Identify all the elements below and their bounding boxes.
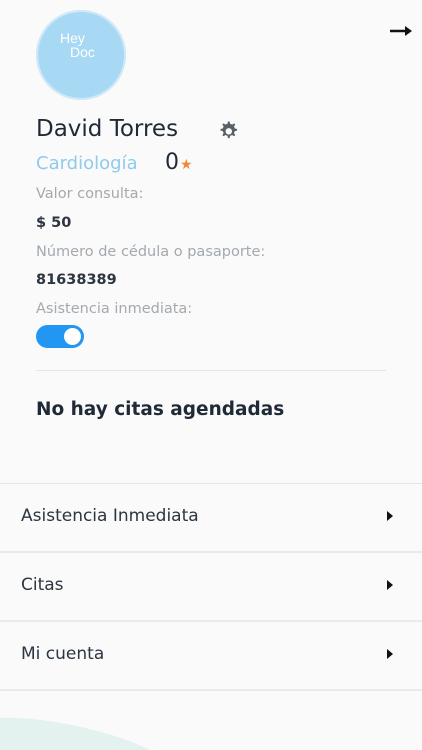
heydoc-logo: Hey Doc: [60, 30, 95, 60]
fee-label: Valor consulta:: [36, 186, 144, 202]
menu-item-label: Citas: [21, 575, 64, 595]
id-label: Número de cédula o pasaporte:: [36, 244, 266, 260]
doctor-name: David Torres: [36, 116, 179, 142]
avatar: Hey Doc: [36, 10, 126, 100]
exit-button[interactable]: [386, 18, 416, 44]
caret-right-icon: [387, 511, 393, 521]
toggle-knob: [64, 328, 81, 345]
immediate-assistance-toggle[interactable]: [36, 325, 84, 348]
menu-item-immediate-assistance[interactable]: Asistencia Inmediata: [0, 484, 422, 553]
gear-icon[interactable]: [216, 119, 240, 143]
decorative-wave: [0, 717, 150, 750]
caret-right-icon: [387, 649, 393, 659]
no-appointments-text: No hay citas agendadas: [36, 399, 285, 420]
svg-text:Doc: Doc: [70, 44, 95, 60]
caret-right-icon: [387, 580, 393, 590]
id-value: 81638389: [36, 272, 117, 288]
menu-item-appointments[interactable]: Citas: [0, 553, 422, 622]
menu-item-label: Mi cuenta: [21, 644, 105, 664]
menu-item-my-account[interactable]: Mi cuenta: [0, 622, 422, 691]
menu-item-label: Asistencia Inmediata: [21, 506, 199, 526]
menu-list: Asistencia Inmediata Citas Mi cuenta: [0, 483, 422, 691]
star-icon: ★: [180, 157, 193, 173]
immediate-assistance-label: Asistencia inmediata:: [36, 301, 193, 317]
rating-value: 0: [165, 150, 179, 175]
specialty: Cardiología: [36, 153, 138, 174]
arrow-right-icon: [390, 26, 412, 36]
divider: [36, 370, 386, 371]
rating: 0★: [165, 150, 193, 175]
fee-value: $ 50: [36, 215, 72, 231]
